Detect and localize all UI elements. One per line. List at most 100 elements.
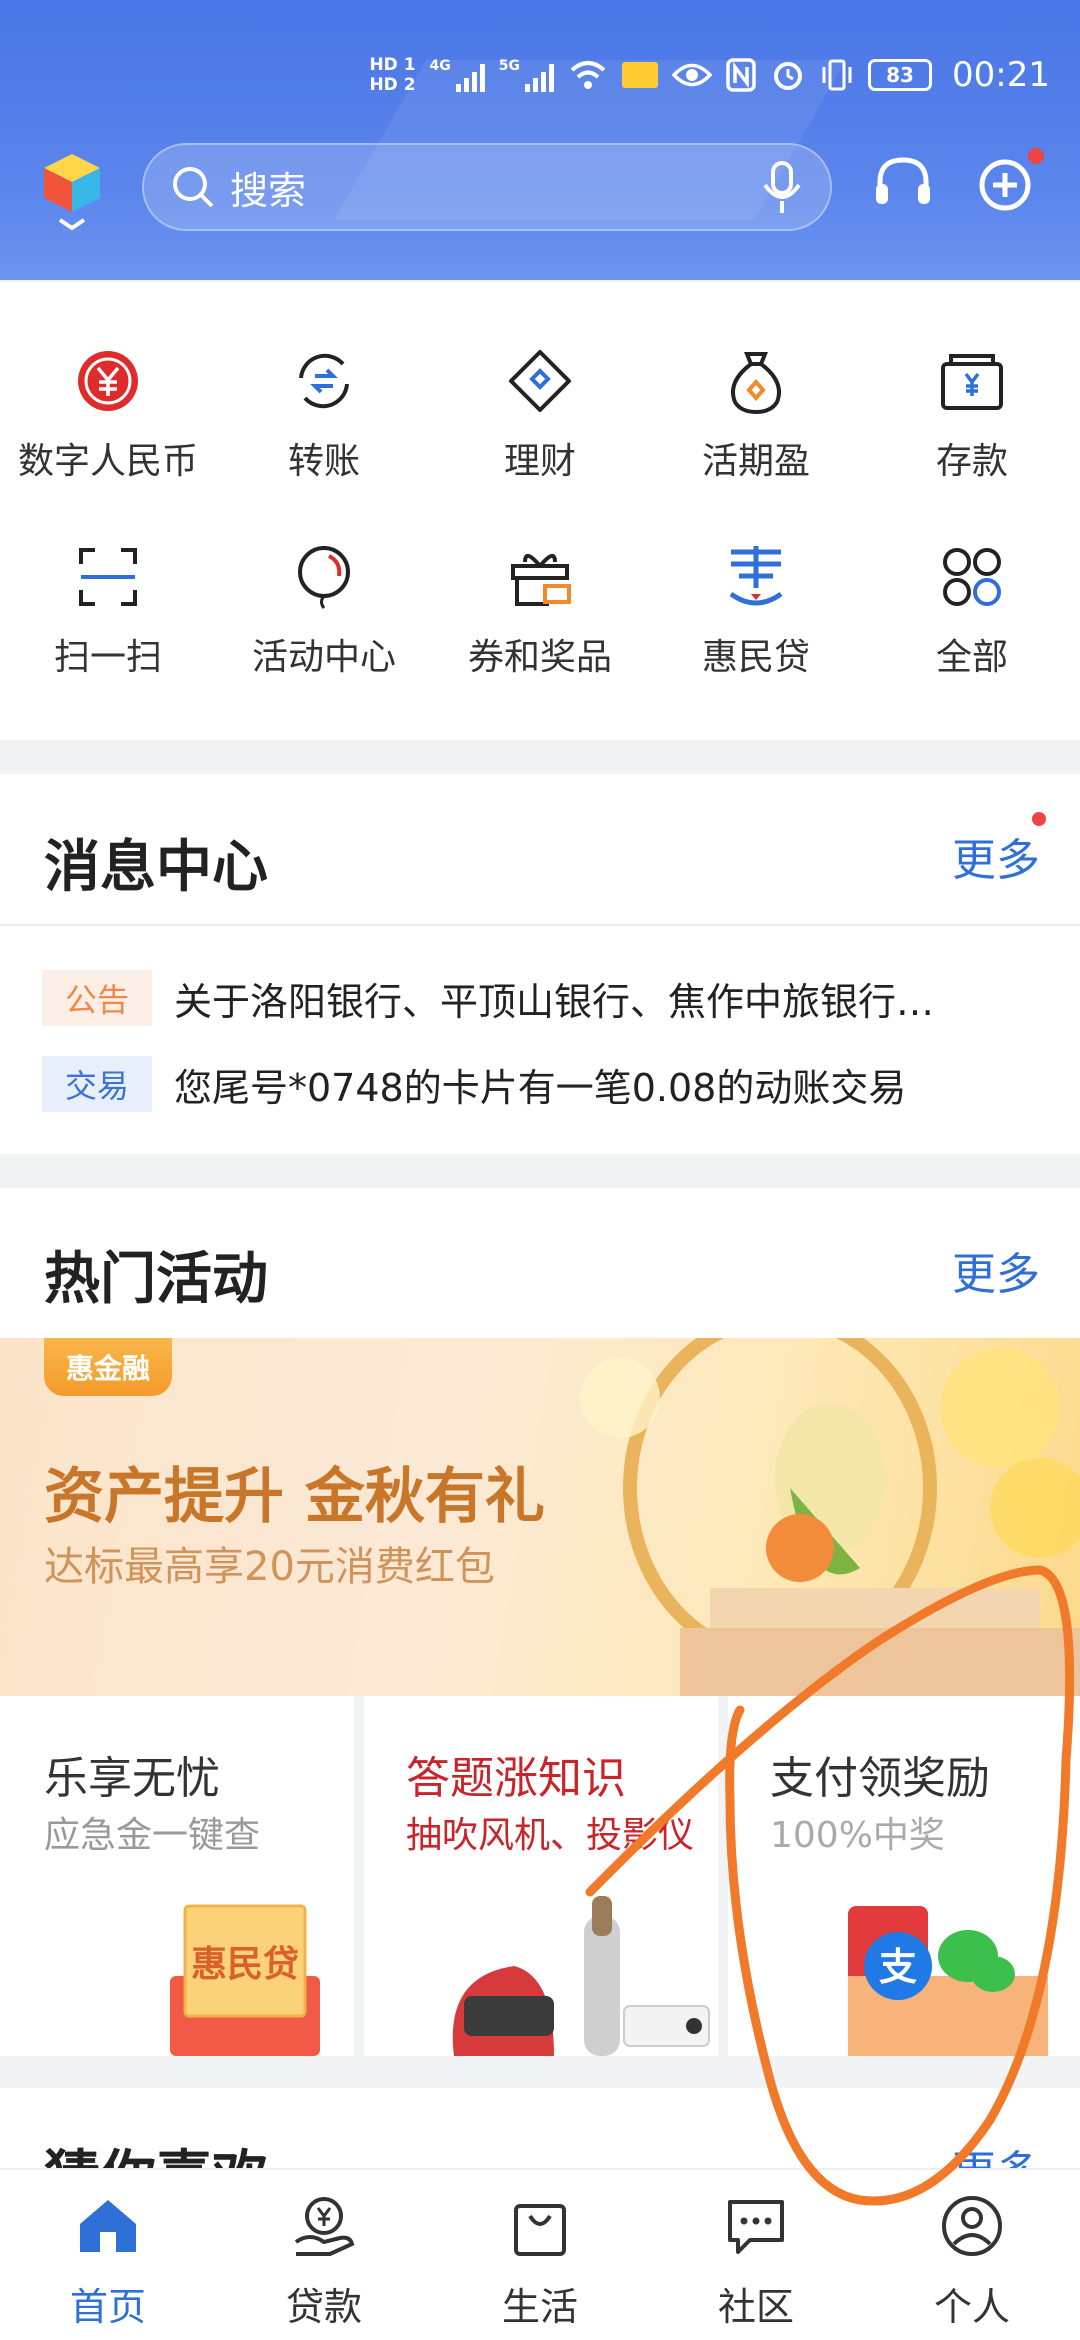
quick-item-label: 数字人民币 bbox=[17, 441, 198, 482]
huimin-envelope-text: 惠民贷 bbox=[191, 1944, 299, 1985]
message-text: 您尾号*0748的卡片有一笔0.08的动账交易 bbox=[174, 1065, 907, 1110]
banner-headline: 资产提升 金秋有礼 bbox=[44, 1462, 545, 1532]
nav-label: 生活 bbox=[501, 2285, 578, 2329]
battery-level: 83 bbox=[886, 63, 914, 87]
quick-actions-grid: 数字人民币 转账 理财 活期盈 存款 扫一扫 活动中心 券和奖品 惠民贷 全部 bbox=[0, 282, 1080, 740]
net-type-2: 5G bbox=[498, 58, 521, 74]
quick-item-label: 活动中心 bbox=[251, 637, 396, 678]
quick-item-label: 活期盈 bbox=[701, 441, 810, 482]
quick-item-label: 存款 bbox=[935, 441, 1008, 482]
activities-more-link[interactable]: 更多 bbox=[952, 1238, 1040, 1302]
card-title: 乐享无忧 bbox=[44, 1753, 220, 1804]
badge-label: 惠金融 bbox=[66, 1352, 151, 1385]
card-subtitle: 100%中奖 bbox=[770, 1815, 945, 1856]
transaction-tag: 交易 bbox=[42, 1056, 152, 1112]
message-item[interactable]: 交易 您尾号*0748的卡片有一笔0.08的动账交易 bbox=[42, 1054, 1044, 1114]
customer-service-headset-icon[interactable] bbox=[868, 148, 938, 218]
app-logo-icon[interactable] bbox=[40, 150, 104, 234]
search-placeholder: 搜索 bbox=[230, 168, 307, 213]
microphone-icon[interactable] bbox=[760, 159, 804, 217]
mail-notification-icon bbox=[622, 62, 659, 88]
nav-home[interactable]: 首页 bbox=[0, 2170, 216, 2340]
gift-icon bbox=[511, 554, 571, 606]
notice-tag: 公告 bbox=[42, 970, 152, 1026]
all-apps-icon bbox=[943, 548, 1001, 606]
quick-item-scan[interactable]: 扫一扫 bbox=[0, 478, 216, 678]
digital-rmb-icon bbox=[78, 351, 138, 411]
nav-loan[interactable]: 贷款 bbox=[216, 2170, 432, 2340]
message-text: 关于洛阳银行、平顶山银行、焦作中旅银行… bbox=[174, 979, 935, 1024]
home-icon bbox=[80, 2200, 136, 2252]
card-emergency-fund[interactable]: 乐享无忧 应急金一键查 惠民贷 bbox=[0, 1696, 354, 2056]
banner-illustration bbox=[580, 1338, 1080, 1696]
guess-you-like-section: 猜你喜欢 更多 bbox=[0, 2088, 1080, 2168]
quick-item-label: 全部 bbox=[935, 637, 1008, 678]
banner-subline: 达标最高享20元消费红包 bbox=[44, 1544, 495, 1590]
hd-indicator: HD 1 HD 2 bbox=[369, 55, 415, 95]
status-time: 00:21 bbox=[952, 55, 1050, 95]
wifi-icon bbox=[570, 61, 606, 89]
quick-item-label: 转账 bbox=[287, 441, 360, 482]
message-center-title: 消息中心 bbox=[44, 835, 268, 900]
hd1-label: HD 1 bbox=[369, 55, 416, 75]
reward-box-image: 支 bbox=[848, 1906, 1048, 2056]
quick-item-digital-rmb[interactable]: 数字人民币 bbox=[0, 282, 216, 482]
quick-item-coupons[interactable]: 券和奖品 bbox=[432, 478, 648, 678]
quick-item-deposit[interactable]: 存款 bbox=[864, 282, 1080, 482]
search-bar[interactable]: 搜索 bbox=[142, 143, 832, 231]
nfc-icon bbox=[726, 58, 756, 92]
signal-icon-2: 5G bbox=[498, 58, 555, 92]
eye-icon bbox=[672, 63, 713, 87]
message-unread-dot bbox=[1032, 812, 1046, 826]
hot-activities-title: 热门活动 bbox=[44, 1247, 268, 1312]
header: HD 1 HD 2 4G 5G 83 00:21 搜索 bbox=[0, 0, 1080, 280]
message-item[interactable]: 公告 关于洛阳银行、平顶山银行、焦作中旅银行… bbox=[42, 968, 1044, 1028]
card-title: 答题涨知识 bbox=[406, 1753, 626, 1804]
nav-label: 贷款 bbox=[285, 2285, 362, 2329]
nav-community[interactable]: 社区 bbox=[648, 2170, 864, 2340]
card-subtitle: 应急金一键查 bbox=[44, 1815, 261, 1856]
card-title: 支付领奖励 bbox=[770, 1753, 990, 1804]
card-subtitle: 抽吹风机、投影仪 bbox=[406, 1815, 695, 1856]
nav-label: 社区 bbox=[717, 2285, 794, 2329]
balloon-icon bbox=[298, 546, 350, 609]
huimin-envelope-icon: 惠民贷 bbox=[170, 1904, 320, 2056]
deposit-box-icon bbox=[941, 354, 1003, 410]
hot-activities-header: 热门活动 更多 bbox=[0, 1188, 1080, 1338]
quick-item-label: 券和奖品 bbox=[467, 637, 612, 678]
quick-item-wealth[interactable]: 理财 bbox=[432, 282, 648, 482]
card-quiz[interactable]: 答题涨知识 抽吹风机、投影仪 bbox=[364, 1696, 718, 2056]
message-center: 消息中心 更多 公告 关于洛阳银行、平顶山银行、焦作中旅银行… 交易 您尾号*0… bbox=[0, 774, 1080, 1154]
quick-item-huimin-loan[interactable]: 惠民贷 bbox=[648, 478, 864, 678]
activity-banner[interactable]: 惠金融 资产提升 金秋有礼 达标最高享20元消费红包 bbox=[0, 1338, 1080, 1696]
add-notification-dot bbox=[1028, 148, 1044, 164]
card-payment-reward[interactable]: 支付领奖励 100%中奖 支 bbox=[728, 1696, 1080, 2056]
person-icon bbox=[942, 2196, 1002, 2256]
money-bag-icon bbox=[731, 352, 781, 415]
huiminloan-icon bbox=[729, 546, 783, 606]
nav-life[interactable]: 生活 bbox=[432, 2170, 648, 2340]
shopping-bag-icon bbox=[514, 2204, 566, 2256]
hd2-label: HD 2 bbox=[369, 75, 416, 95]
guess-title: 猜你喜欢 bbox=[44, 2132, 268, 2168]
quick-item-label: 扫一扫 bbox=[53, 637, 162, 678]
quick-item-all[interactable]: 全部 bbox=[864, 478, 1080, 678]
message-more-link[interactable]: 更多 bbox=[952, 824, 1040, 888]
vibrate-icon bbox=[822, 59, 852, 91]
quick-item-transfer[interactable]: 转账 bbox=[216, 282, 432, 482]
quick-item-current-profit[interactable]: 活期盈 bbox=[648, 282, 864, 482]
scan-icon bbox=[79, 548, 137, 606]
signal-icon-1: 4G bbox=[430, 58, 485, 92]
net-type-1: 4G bbox=[429, 58, 451, 74]
wealth-diamond-icon bbox=[509, 350, 571, 412]
alipay-icon: 支 bbox=[879, 1945, 917, 1989]
loan-icon bbox=[294, 2197, 355, 2256]
guess-more-link[interactable]: 更多 bbox=[952, 2136, 1040, 2168]
quick-item-activity-center[interactable]: 活动中心 bbox=[216, 478, 432, 678]
nav-label: 首页 bbox=[69, 2285, 146, 2329]
transfer-icon bbox=[299, 353, 349, 409]
battery-icon: 83 bbox=[868, 59, 933, 91]
nav-personal[interactable]: 个人 bbox=[864, 2170, 1080, 2340]
status-bar: HD 1 HD 2 4G 5G 83 00:21 bbox=[369, 40, 1050, 110]
quick-item-label: 惠民贷 bbox=[701, 637, 810, 678]
